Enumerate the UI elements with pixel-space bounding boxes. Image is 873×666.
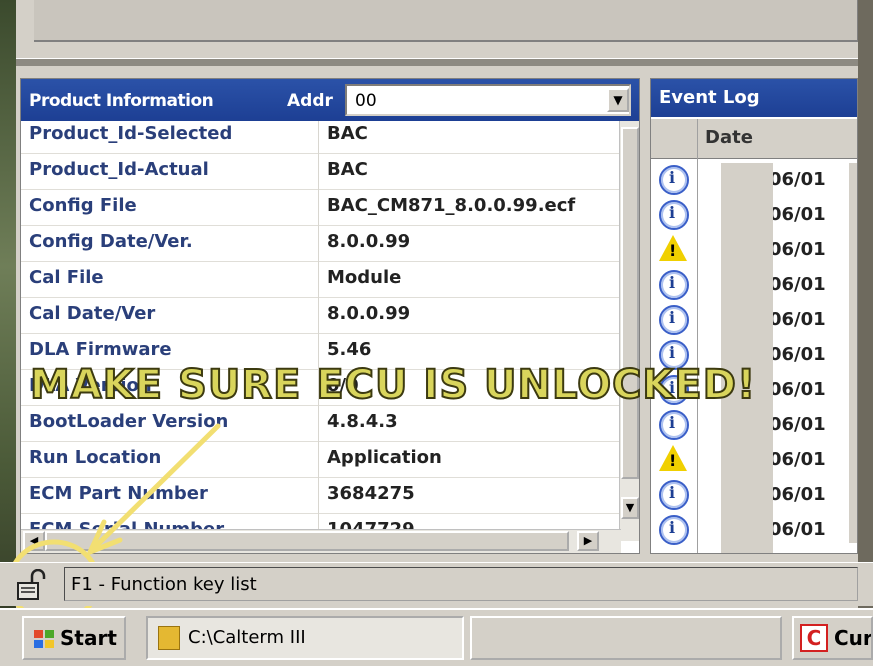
redaction-block xyxy=(721,163,773,553)
taskbar-item-label: C:\Calterm III xyxy=(188,627,306,648)
property-value: 3684275 xyxy=(327,483,415,504)
property-value: 8.0.0.99 xyxy=(327,231,411,252)
date-column-header[interactable]: Date xyxy=(705,127,753,148)
splitter-bar[interactable] xyxy=(16,58,858,66)
status-bar: F1 - Function key list xyxy=(0,562,873,606)
chevron-down-icon[interactable]: ▼ xyxy=(607,88,629,112)
property-name: DLA Firmware xyxy=(29,339,172,360)
property-value: BAC xyxy=(327,123,368,144)
taskbar-item-calterm[interactable]: C Cur xyxy=(792,616,873,660)
status-message-field: F1 - Function key list xyxy=(64,567,858,601)
addr-select-value: 00 xyxy=(355,91,377,111)
property-value: 4.8.4.3 xyxy=(327,411,398,432)
windows-logo-icon xyxy=(34,630,54,648)
table-row[interactable]: Cal Date/Ver 8.0.0.99 xyxy=(21,297,621,334)
property-value: BAC xyxy=(327,159,368,180)
info-icon xyxy=(659,305,689,335)
start-button[interactable]: Start xyxy=(22,616,126,660)
table-row[interactable]: Config File BAC_CM871_8.0.0.99.ecf xyxy=(21,189,621,226)
table-row[interactable]: Config Date/Ver. 8.0.0.99 xyxy=(21,225,621,262)
event-date: 06/01 xyxy=(769,449,826,470)
event-date: 06/01 xyxy=(769,379,826,400)
scroll-down-arrow-icon[interactable]: ▼ xyxy=(621,497,639,519)
folder-icon xyxy=(158,626,180,650)
property-value: 5.46 xyxy=(327,339,372,360)
info-icon xyxy=(659,410,689,440)
property-name: Cal File xyxy=(29,267,104,288)
event-date: 06/01 xyxy=(769,344,826,365)
event-log-title: Event Log xyxy=(659,87,760,108)
property-value: Module xyxy=(327,267,402,288)
table-row[interactable]: Product_Id-Selected BAC xyxy=(21,121,621,154)
property-value: 8.0.0.99 xyxy=(327,303,411,324)
property-name: Config File xyxy=(29,195,137,216)
product-information-header: Product Information Addr 00 ▼ xyxy=(21,79,639,121)
info-icon xyxy=(659,270,689,300)
table-row[interactable]: Product_Id-Actual BAC xyxy=(21,153,621,190)
event-date: 06/01 xyxy=(769,414,826,435)
event-date: 06/01 xyxy=(769,309,826,330)
info-icon xyxy=(659,480,689,510)
calterm-logo-icon: C xyxy=(800,624,828,652)
status-message: F1 - Function key list xyxy=(71,574,257,595)
start-label: Start xyxy=(60,626,117,650)
product-information-title: Product Information xyxy=(29,91,214,111)
scroll-right-arrow-icon[interactable]: ▶ xyxy=(577,531,599,551)
info-icon xyxy=(659,165,689,195)
warning-icon xyxy=(659,445,687,471)
vertical-scroll-thumb[interactable] xyxy=(621,127,639,479)
event-date: 06/01 xyxy=(769,519,826,540)
addr-select[interactable]: 00 ▼ xyxy=(345,84,631,116)
event-log-header: Event Log xyxy=(651,79,857,117)
event-date: 06/01 xyxy=(769,169,826,190)
event-date: 06/01 xyxy=(769,484,826,505)
table-row[interactable]: Cal File Module xyxy=(21,261,621,298)
event-log-panel: Event Log Date 06/01 06/01 06/01 06/01 06/01… xyxy=(650,78,858,554)
taskbar: Start C:\Calterm III C Cur xyxy=(0,608,873,666)
top-pane-inner xyxy=(34,0,858,42)
property-value: Application xyxy=(327,447,442,468)
event-log-column-header[interactable]: Date xyxy=(651,119,857,159)
addr-label: Addr xyxy=(287,91,333,111)
property-name: Product_Id-Selected xyxy=(29,123,233,144)
annotation-arrow-shaft xyxy=(89,423,221,553)
event-date: 06/01 xyxy=(769,204,826,225)
property-value: BAC_CM871_8.0.0.99.ecf xyxy=(327,195,576,216)
info-icon xyxy=(659,200,689,230)
info-icon xyxy=(659,515,689,545)
warning-icon xyxy=(659,235,687,261)
taskbar-item-label: Cur xyxy=(834,626,873,650)
taskbar-item-empty[interactable] xyxy=(470,616,782,660)
desktop-background-strip-right xyxy=(858,0,873,620)
property-name: Product_Id-Actual xyxy=(29,159,209,180)
unlocked-padlock-icon[interactable] xyxy=(14,569,48,601)
event-date: 06/01 xyxy=(769,274,826,295)
event-date: 06/01 xyxy=(769,239,826,260)
property-name: Config Date/Ver. xyxy=(29,231,193,252)
property-name: Cal Date/Ver xyxy=(29,303,156,324)
taskbar-item-calterm-folder[interactable]: C:\Calterm III xyxy=(146,616,464,660)
column-divider xyxy=(318,121,319,539)
redaction-block xyxy=(849,163,857,543)
